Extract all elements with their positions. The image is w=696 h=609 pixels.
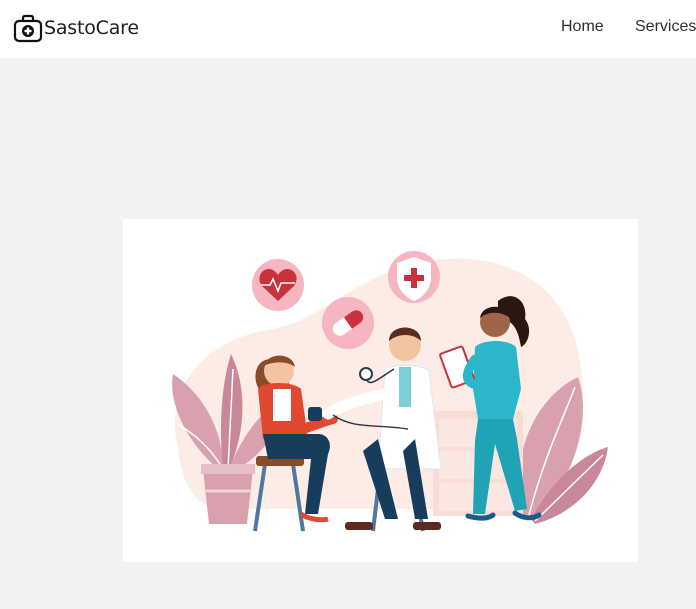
capsule-pill-icon bbox=[322, 297, 374, 349]
nav-link-home[interactable]: Home bbox=[561, 18, 604, 36]
medical-briefcase-icon bbox=[13, 14, 43, 43]
medical-checkup-illustration bbox=[172, 251, 608, 532]
navbar: SastoCare Home Services bbox=[0, 0, 696, 58]
medical-cross-shield-icon bbox=[388, 251, 440, 303]
brand-name: SastoCare bbox=[44, 17, 139, 39]
brand-logo[interactable]: SastoCare bbox=[13, 13, 139, 43]
heartbeat-icon bbox=[252, 259, 304, 311]
hero-image-card bbox=[123, 219, 638, 562]
nav-link-services[interactable]: Services bbox=[635, 18, 696, 36]
